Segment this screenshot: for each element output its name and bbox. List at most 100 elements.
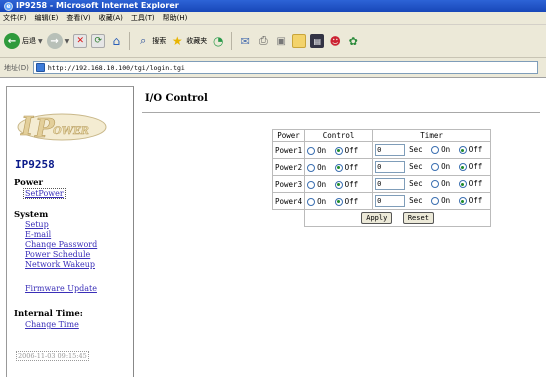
menu-help[interactable]: 帮助(H) [163,13,188,23]
timer-seconds-input[interactable]: 0 [375,161,406,173]
table-row: Power3 On Off 0 Sec On Off [271,175,492,193]
email-link[interactable]: E-mail [25,230,51,239]
control-cell: On Off [304,141,374,159]
empty-cell [273,210,305,227]
change-time-link[interactable]: Change Time [25,320,79,329]
timer-seconds-input[interactable]: 0 [375,195,406,207]
network-wakeup-link[interactable]: Network Wakeup [25,260,95,269]
table-actions-row: Apply Reset [273,209,492,227]
favorites-button[interactable]: ★ 收藏夹 [170,34,207,48]
power-name: Power3 [271,175,306,193]
window-title: IP9258 - Microsoft Internet Explorer [16,1,179,10]
search-button[interactable]: ⌕ 搜索 [136,34,166,48]
table-row: Power4 On Off 0 Sec On Off [271,192,492,210]
timer-seconds-input[interactable]: 0 [375,178,406,190]
ipower-logo-graphic: I P OWER [17,112,107,144]
table-row: Power2 On Off 0 Sec On Off [271,158,492,176]
forward-button[interactable]: → ▼ [46,33,69,49]
power-name: Power2 [271,158,306,176]
control-on-radio[interactable] [307,146,316,155]
off-label: Off [468,196,483,205]
timer-seconds-input[interactable]: 0 [375,144,406,156]
menu-view[interactable]: 查看(V) [66,13,90,23]
search-icon: ⌕ [140,34,147,47]
timer-on-radio[interactable] [431,180,440,188]
change-password-link[interactable]: Change Password [25,240,97,249]
svg-text:OWER: OWER [53,126,89,137]
table-header-row: Power Control Timer [271,129,492,142]
ie-logo-icon: e [4,1,13,11]
control-off-radio[interactable] [334,180,343,189]
header-timer: Timer [372,129,492,142]
page-content: I P OWER IP9258 Power SetPower System Se… [0,79,546,377]
off-label: Off [468,179,483,188]
title-divider [142,112,540,113]
off-label: Off [344,162,359,172]
control-cell: On Off [304,175,374,193]
control-on-radio[interactable] [307,197,316,206]
control-off-radio[interactable] [334,197,343,206]
off-label: Off [344,145,359,155]
table-row: Power1 On Off 0 Sec On Off [271,141,492,159]
media-icon[interactable]: ▤ [310,34,325,48]
reset-button[interactable]: Reset [402,212,434,224]
folder-icon[interactable] [292,34,307,48]
menu-favorites[interactable]: 收藏(A) [99,13,123,23]
back-button[interactable]: ← 后退 ▼ [4,33,43,49]
timer-off-radio[interactable] [458,180,467,188]
on-label: On [441,196,451,205]
timer-on-radio[interactable] [431,163,440,171]
ipower-logo: I P OWER [15,105,109,145]
timer-cell: 0 Sec On Off [372,192,492,210]
header-control: Control [304,129,374,142]
address-input[interactable]: http://192.168.10.100/tgi/login.tgi [32,61,538,74]
apply-button[interactable]: Apply [361,212,393,224]
on-label: On [441,179,451,188]
messenger-icon[interactable]: ☻ [328,34,342,48]
setpower-link[interactable]: SetPower [23,188,66,199]
plugin-icon[interactable]: ✿ [346,34,360,48]
forward-arrow-icon: → [46,33,63,49]
toolbar: ← 后退 ▼ → ▼ ✕ ⟳ ⌂ ⌕ 搜索 ★ 收藏夹 ◔ ✉ ⎙ ▣ ▤ ☻ … [0,25,546,58]
address-label: 地址(D) [4,63,29,72]
off-label: Off [468,162,483,171]
setup-link[interactable]: Setup [25,220,49,229]
system-heading: System [14,210,49,220]
control-on-radio[interactable] [307,180,316,189]
back-arrow-icon: ← [4,33,20,49]
menu-tools[interactable]: 工具(T) [131,13,155,23]
timestamp-display: 2006-11-03 09:15:45 [16,351,89,361]
home-icon[interactable]: ⌂ [109,34,123,48]
control-on-radio[interactable] [307,163,316,172]
timer-on-radio[interactable] [431,146,440,154]
refresh-icon[interactable]: ⟳ [91,34,106,48]
edit-icon[interactable]: ▣ [274,34,288,48]
control-off-radio[interactable] [334,146,343,155]
menu-file[interactable]: 文件(F) [3,13,27,23]
toolbar-divider [129,32,131,50]
off-label: Off [344,179,359,189]
power-name: Power4 [271,192,306,210]
header-power: Power [271,129,306,142]
sec-label: Sec [409,179,423,188]
menu-edit[interactable]: 编辑(E) [35,13,59,23]
history-icon[interactable]: ◔ [211,34,225,48]
firmware-update-link[interactable]: Firmware Update [25,284,97,293]
timer-off-radio[interactable] [458,146,467,154]
mail-icon[interactable]: ✉ [238,34,252,48]
control-off-radio[interactable] [334,163,343,172]
search-label: 搜索 [152,37,167,45]
on-label: On [317,179,327,189]
timer-off-radio[interactable] [458,197,467,205]
io-control-table: Power Control Timer Power1 On Off 0 Sec O… [271,129,492,227]
timer-on-radio[interactable] [431,197,440,205]
address-bar: 地址(D) http://192.168.10.100/tgi/login.tg… [0,58,546,78]
power-schedule-link[interactable]: Power Schedule [25,250,90,259]
power-name: Power1 [271,141,306,159]
svg-text:I: I [20,112,34,142]
stop-icon[interactable]: ✕ [73,34,88,48]
timer-off-radio[interactable] [458,163,467,171]
address-url: http://192.168.10.100/tgi/login.tgi [47,63,185,72]
back-label: 后退 [22,37,36,45]
print-icon[interactable]: ⎙ [256,34,270,48]
